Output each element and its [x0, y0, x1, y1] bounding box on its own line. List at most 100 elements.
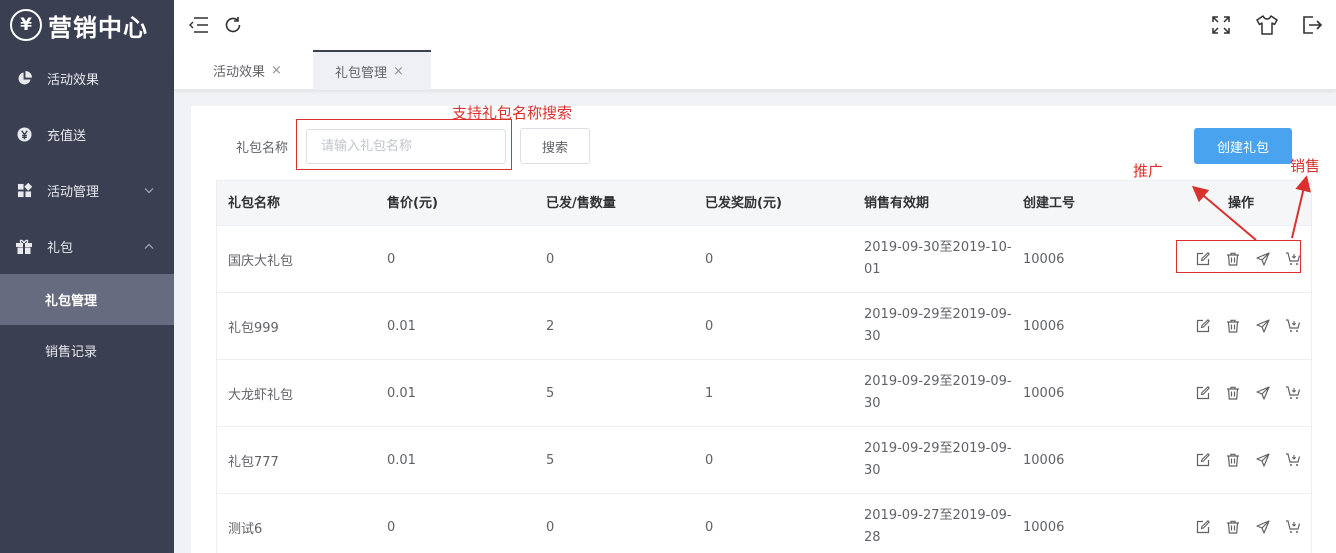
filter-label: 礼包名称 — [236, 141, 289, 156]
tab-label: 活动效果 — [213, 64, 266, 80]
edit-icon[interactable] — [1188, 311, 1218, 341]
table-cell: 5 — [546, 452, 555, 468]
sell-cart-icon[interactable] — [1278, 378, 1308, 408]
table-cell: 10006 — [1023, 519, 1065, 535]
logout-icon[interactable] — [1299, 12, 1325, 38]
table-cell: 2019-09-29至2019-09-30 — [864, 307, 1012, 344]
sidebar-subitem-sales-record[interactable]: 销售记录 — [0, 325, 174, 376]
table-cell: 0 — [705, 251, 714, 267]
table-row: 大龙虾礼包 0.01 5 1 2019-09-29至2019-09-30 10006 — [217, 360, 1311, 427]
sidebar: ¥ 营销中心 活动效果 充值送 活动管理 礼包 礼包管理 销售记录 — [0, 0, 174, 553]
table-cell: 0 — [546, 251, 555, 267]
sidebar-item-gift[interactable]: 礼包 — [0, 218, 174, 274]
edit-icon[interactable] — [1188, 378, 1218, 408]
fullscreen-icon[interactable] — [1208, 12, 1234, 38]
annotation-sell: 销售 — [1290, 157, 1321, 175]
table-row: 礼包999 0.01 2 0 2019-09-29至2019-09-30 10006 — [217, 293, 1311, 360]
table-cell: 0.01 — [387, 452, 416, 468]
yen-coin-icon — [16, 126, 32, 142]
gift-icon — [16, 238, 32, 254]
shirt-theme-icon[interactable] — [1254, 12, 1280, 38]
yen-logo-icon: ¥ — [10, 9, 42, 41]
table-cell: 0 — [705, 318, 714, 334]
tab-activity-effect[interactable]: 活动效果 × — [191, 50, 304, 90]
sidebar-item-label: 活动管理 — [47, 184, 100, 200]
row-actions — [1188, 494, 1308, 553]
tab-gift-manage[interactable]: 礼包管理 × — [313, 50, 431, 90]
sell-cart-icon[interactable] — [1278, 512, 1308, 542]
table-cell: 0 — [546, 519, 555, 535]
grid-icon — [16, 182, 32, 198]
gift-table: 礼包名称 售价(元) 已发/售数量 已发奖励(元) 销售有效期 创建工号 操作 … — [216, 180, 1312, 553]
pie-chart-icon — [16, 70, 32, 86]
promote-send-icon[interactable] — [1248, 311, 1278, 341]
table-cell: 2019-09-30至2019-10-01 — [864, 240, 1012, 277]
table-cell: 10006 — [1023, 251, 1065, 267]
table-cell: 礼包999 — [228, 320, 279, 336]
column-header: 操作 — [1228, 196, 1255, 211]
table-body: 国庆大礼包 0 0 0 2019-09-30至2019-10-01 10006 礼包999 0… — [217, 226, 1311, 553]
table-cell: 5 — [546, 385, 555, 401]
table-cell: 0 — [705, 452, 714, 468]
table-row: 国庆大礼包 0 0 0 2019-09-30至2019-10-01 10006 — [217, 226, 1311, 293]
logo: ¥ 营销中心 — [0, 0, 174, 50]
chevron-up-icon — [144, 239, 154, 254]
delete-icon[interactable] — [1218, 445, 1248, 475]
table-row: 测试6 0 0 0 2019-09-27至2019-09-28 10006 — [217, 494, 1311, 553]
sidebar-item-label: 礼包 — [47, 240, 74, 256]
edit-icon[interactable] — [1188, 512, 1218, 542]
column-header: 创建工号 — [1023, 196, 1076, 211]
sell-cart-icon[interactable] — [1278, 445, 1308, 475]
top-header — [174, 0, 1336, 50]
table-cell: 10006 — [1023, 318, 1065, 334]
sidebar-item-label: 活动效果 — [47, 72, 100, 88]
refresh-icon[interactable] — [220, 12, 246, 38]
create-gift-button[interactable]: 创建礼包 — [1194, 128, 1292, 164]
annotation-promote: 推广 — [1133, 162, 1164, 180]
table-cell: 0.01 — [387, 385, 416, 401]
column-header: 销售有效期 — [864, 196, 930, 211]
annotation-box-actions — [1176, 240, 1301, 273]
table-cell: 测试6 — [228, 521, 263, 537]
table-cell: 10006 — [1023, 385, 1065, 401]
table-cell: 0 — [387, 251, 396, 267]
promote-send-icon[interactable] — [1248, 512, 1278, 542]
table-cell: 1 — [705, 385, 714, 401]
tab-label: 礼包管理 — [335, 65, 388, 81]
promote-send-icon[interactable] — [1248, 445, 1278, 475]
sidebar-item-activity-effect[interactable]: 活动效果 — [0, 50, 174, 106]
sidebar-item-activity-manage[interactable]: 活动管理 — [0, 162, 174, 218]
table-cell: 大龙虾礼包 — [228, 387, 294, 403]
sell-cart-icon[interactable] — [1278, 311, 1308, 341]
column-header: 已发/售数量 — [546, 196, 616, 211]
delete-icon[interactable] — [1218, 512, 1248, 542]
row-actions — [1188, 427, 1308, 493]
close-icon[interactable]: × — [271, 63, 282, 78]
column-header: 售价(元) — [387, 196, 438, 211]
row-actions — [1188, 360, 1308, 426]
table-cell: 礼包777 — [228, 454, 279, 470]
table-cell: 2019-09-27至2019-09-28 — [864, 508, 1012, 545]
sidebar-item-recharge[interactable]: 充值送 — [0, 106, 174, 162]
table-cell: 2 — [546, 318, 555, 334]
edit-icon[interactable] — [1188, 445, 1218, 475]
search-button[interactable]: 搜索 — [520, 128, 590, 164]
tab-bar: 活动效果 × 礼包管理 × — [174, 50, 1336, 90]
chevron-down-icon — [144, 183, 154, 198]
delete-icon[interactable] — [1218, 311, 1248, 341]
promote-send-icon[interactable] — [1248, 378, 1278, 408]
column-header: 礼包名称 — [228, 196, 281, 211]
table-row: 礼包777 0.01 5 0 2019-09-29至2019-09-30 10006 — [217, 427, 1311, 494]
close-icon[interactable]: × — [393, 64, 404, 79]
table-cell: 国庆大礼包 — [228, 253, 294, 269]
gift-name-search-input[interactable] — [306, 129, 506, 164]
sidebar-item-label: 充值送 — [47, 128, 87, 144]
sidebar-subitem-gift-manage[interactable]: 礼包管理 — [0, 274, 174, 325]
table-cell: 0.01 — [387, 318, 416, 334]
menu-fold-icon[interactable] — [186, 12, 212, 38]
table-cell: 2019-09-29至2019-09-30 — [864, 374, 1012, 411]
table-cell: 10006 — [1023, 452, 1065, 468]
logo-text: 营销中心 — [48, 13, 148, 42]
delete-icon[interactable] — [1218, 378, 1248, 408]
table-cell: 2019-09-29至2019-09-30 — [864, 441, 1012, 478]
